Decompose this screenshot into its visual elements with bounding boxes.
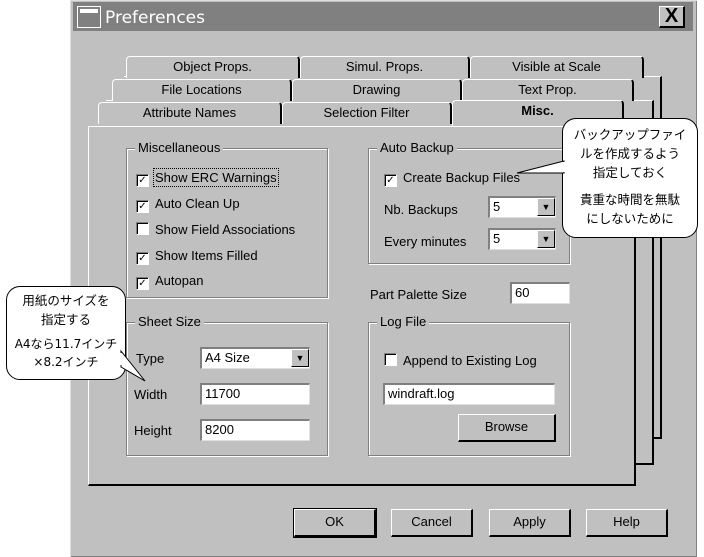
sheet-height-input[interactable]: 8200 — [200, 419, 310, 441]
checkbox-box: ✓ — [384, 174, 397, 187]
show-field-associations-checkbox[interactable]: Show Field Associations — [136, 222, 295, 237]
chevron-down-icon[interactable]: ▼ — [291, 349, 309, 367]
browse-button[interactable]: Browse — [458, 414, 556, 442]
apply-button[interactable]: Apply — [489, 509, 571, 537]
callout-text: バックアップファイ ルを作成するよう 指定しておく 貴重な時間を無駄 にしないた… — [573, 127, 687, 226]
sheet-size-callout: 用紙のサイズを 指定する A4なら11.7インチ×8.2インチ — [6, 286, 146, 382]
log-file-input[interactable]: windraft.log — [383, 383, 555, 405]
part-palette-size-input[interactable]: 60 — [510, 282, 570, 304]
every-minutes-select[interactable]: 5 ▼ — [488, 228, 556, 250]
cancel-button[interactable]: Cancel — [391, 509, 473, 537]
help-button[interactable]: Help — [586, 509, 668, 537]
append-to-existing-log-checkbox[interactable]: Append to Existing Log — [384, 353, 537, 368]
chevron-down-icon[interactable]: ▼ — [537, 198, 555, 216]
miscellaneous-group-title: Miscellaneous — [135, 140, 224, 155]
callout-pointer — [118, 349, 146, 382]
sheet-width-label: Width — [134, 387, 168, 402]
auto-backup-group-title: Auto Backup — [377, 140, 457, 155]
show-erc-warnings-checkbox[interactable]: ✓ Show ERC Warnings — [136, 168, 279, 187]
sheet-size-group-title: Sheet Size — [135, 314, 204, 329]
chevron-down-icon[interactable]: ▼ — [537, 230, 555, 248]
nb-backups-label: Nb. Backups — [384, 202, 458, 217]
every-minutes-label: Every minutes — [384, 234, 467, 249]
checkbox-box: ✓ — [136, 252, 149, 265]
sheet-type-select[interactable]: A4 Size ▼ — [200, 347, 310, 369]
create-backup-files-checkbox[interactable]: ✓ Create Backup Files — [384, 170, 520, 187]
callout-text: 用紙のサイズを 指定する A4なら11.7インチ×8.2インチ — [14, 293, 118, 369]
checkbox-box: ✓ — [136, 200, 149, 213]
checkbox-box — [136, 222, 149, 235]
sheet-width-input[interactable]: 11700 — [200, 383, 310, 405]
callout-pointer — [516, 160, 566, 174]
log-file-group-title: Log File — [377, 314, 430, 329]
backup-callout: バックアップファイ ルを作成するよう 指定しておく 貴重な時間を無駄 にしないた… — [516, 118, 698, 238]
autopan-checkbox[interactable]: ✓ Autopan — [136, 273, 203, 290]
auto-clean-up-checkbox[interactable]: ✓ Auto Clean Up — [136, 196, 240, 213]
show-items-filled-checkbox[interactable]: ✓ Show Items Filled — [136, 248, 258, 265]
checkbox-box: ✓ — [136, 277, 149, 290]
nb-backups-select[interactable]: 5 ▼ — [488, 196, 556, 218]
sheet-height-label: Height — [134, 423, 172, 438]
checkbox-box: ✓ — [136, 174, 149, 187]
checkbox-box — [384, 353, 397, 366]
part-palette-size-label: Part Palette Size — [370, 287, 467, 302]
ok-button[interactable]: OK — [293, 508, 377, 538]
